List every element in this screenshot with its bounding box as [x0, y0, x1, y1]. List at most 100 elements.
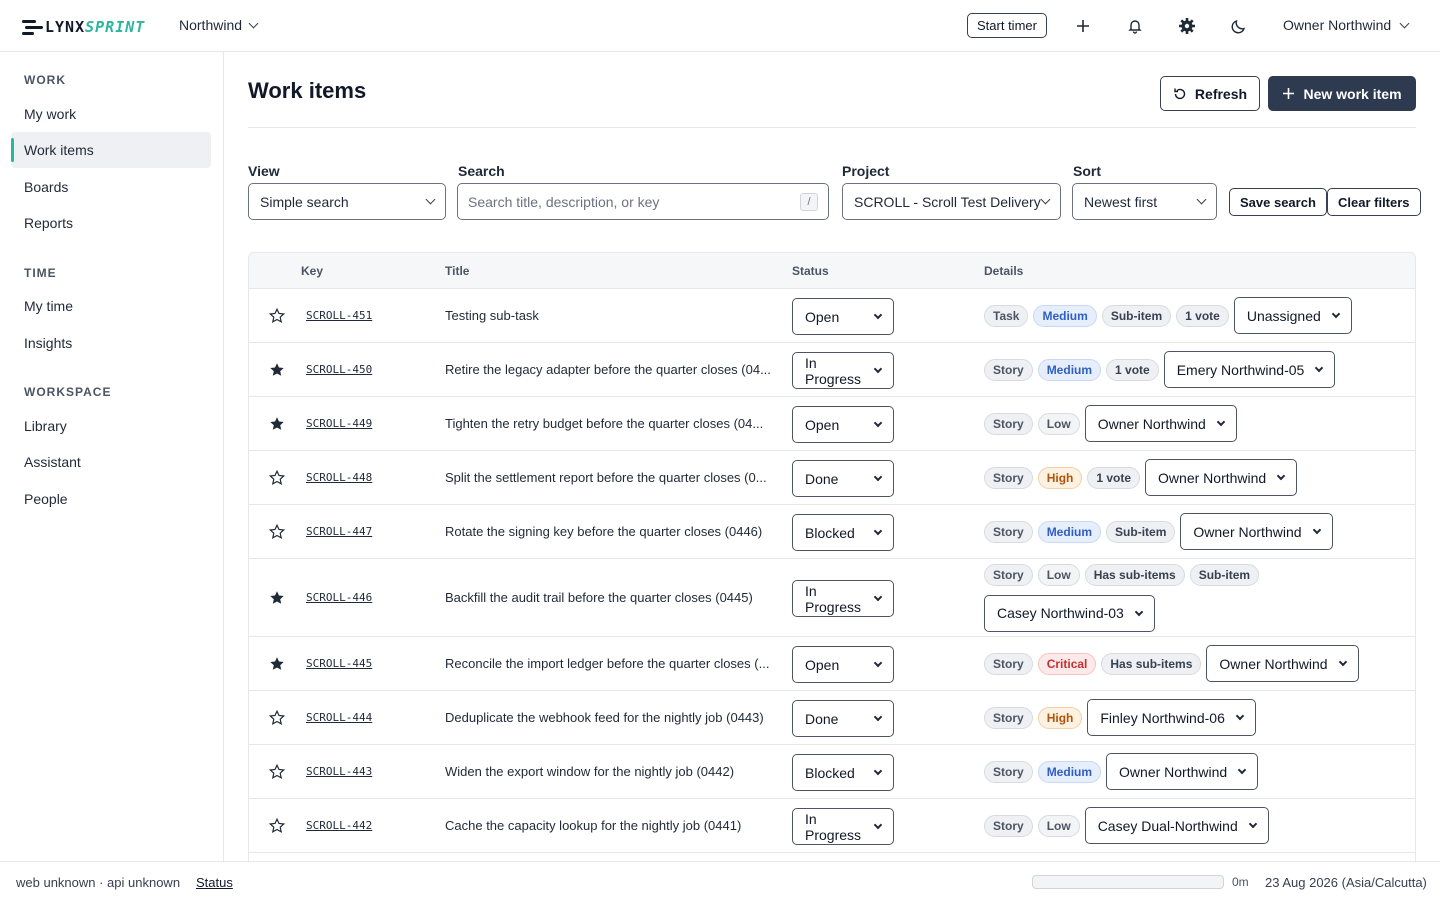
star-filled-icon[interactable] [266, 413, 288, 435]
status-select[interactable]: In Progress [792, 580, 894, 617]
work-item-key-link[interactable]: SCROLL-447 [306, 525, 372, 538]
star-icon[interactable] [266, 761, 288, 783]
view-label: View [248, 163, 280, 179]
logo-mark-icon [22, 18, 43, 36]
work-item-title[interactable]: Deduplicate the webhook feed for the nig… [445, 710, 775, 725]
work-item-title[interactable]: Rotate the signing key before the quarte… [445, 524, 775, 539]
sidebar-item-work-items[interactable]: Work items [11, 132, 211, 168]
table-row[interactable]: SCROLL-444 Deduplicate the webhook feed f… [249, 691, 1415, 745]
work-item-title[interactable]: Backfill the audit trail before the quar… [445, 590, 775, 605]
detail-badge: Story [984, 520, 1033, 543]
star-filled-icon[interactable] [266, 653, 288, 675]
workspace-switcher[interactable]: Northwind [179, 17, 259, 33]
status-select[interactable]: Blocked [792, 514, 894, 551]
detail-badge: Medium [1037, 358, 1102, 381]
assignee-select[interactable]: Owner Northwind [1145, 459, 1298, 496]
table-row[interactable]: SCROLL-450 Retire the legacy adapter befo… [249, 343, 1415, 397]
status-select[interactable]: In Progress [792, 808, 894, 845]
moon-icon[interactable] [1227, 14, 1251, 38]
app-logo[interactable]: LYNXSPRINT [22, 16, 145, 38]
status-select[interactable]: Done [792, 460, 894, 497]
new-work-item-button[interactable]: New work item [1268, 76, 1416, 111]
status-select[interactable]: Open [792, 646, 894, 683]
assignee-select[interactable]: Casey Dual-Northwind [1084, 807, 1269, 844]
gear-icon[interactable] [1175, 14, 1199, 38]
start-timer-button[interactable]: Start timer [967, 13, 1047, 38]
user-menu[interactable]: Owner Northwind [1283, 17, 1410, 33]
workspace-name: Northwind [179, 17, 243, 33]
star-icon[interactable] [266, 467, 288, 489]
table-row[interactable]: SCROLL-445 Reconcile the import ledger be… [249, 637, 1415, 691]
detail-badge: Low [1037, 814, 1080, 837]
status-select[interactable]: Open [792, 298, 894, 335]
assignee-select[interactable]: Emery Northwind-05 [1163, 351, 1336, 388]
table-row[interactable]: SCROLL-451 Testing sub-task Open Task Medium… [249, 289, 1415, 343]
work-item-key-link[interactable]: SCROLL-446 [306, 591, 372, 604]
work-item-key-link[interactable]: SCROLL-449 [306, 417, 372, 430]
detail-badge: Medium [1037, 760, 1102, 783]
search-input[interactable] [468, 193, 800, 210]
work-item-title[interactable]: Testing sub-task [445, 308, 775, 323]
status-select[interactable]: Done [792, 700, 894, 737]
sidebar-item-my-time[interactable]: My time [11, 288, 211, 324]
star-icon[interactable] [266, 707, 288, 729]
work-item-title[interactable]: Reconcile the import ledger before the q… [445, 656, 775, 671]
sidebar-item-insights[interactable]: Insights [11, 325, 211, 361]
assignee-select[interactable]: Owner Northwind [1106, 753, 1259, 790]
sidebar-item-library[interactable]: Library [11, 408, 211, 444]
details-cell: Task Medium Sub-item 1 vote Unassigned [984, 297, 1404, 334]
work-item-title[interactable]: Widen the export window for the nightly … [445, 764, 775, 779]
detail-badge: Story [984, 760, 1033, 783]
bell-icon[interactable] [1123, 14, 1147, 38]
assignee-select[interactable]: Finley Northwind-06 [1087, 699, 1256, 736]
assignee-select[interactable]: Casey Northwind-03 [984, 594, 1155, 632]
detail-badge: High [1037, 466, 1083, 489]
save-search-button[interactable]: Save search [1229, 188, 1327, 216]
project-select[interactable]: SCROLL - Scroll Test Delivery [842, 183, 1061, 220]
work-item-key-link[interactable]: SCROLL-444 [306, 711, 372, 724]
assignee-select[interactable]: Owner Northwind [1084, 405, 1237, 442]
refresh-button[interactable]: Refresh [1160, 76, 1260, 111]
search-field[interactable]: / [457, 183, 829, 220]
assignee-select[interactable]: Owner Northwind [1180, 513, 1333, 550]
work-item-title[interactable]: Cache the capacity lookup for the nightl… [445, 818, 775, 833]
work-item-key-link[interactable]: SCROLL-442 [306, 819, 372, 832]
status-select[interactable]: Blocked [792, 754, 894, 791]
work-item-title[interactable]: Tighten the retry budget before the quar… [445, 416, 775, 431]
clear-filters-button[interactable]: Clear filters [1327, 188, 1421, 216]
work-item-key-link[interactable]: SCROLL-445 [306, 657, 372, 670]
sort-select[interactable]: Newest first [1072, 183, 1217, 220]
star-icon[interactable] [266, 521, 288, 543]
table-row[interactable]: SCROLL-447 Rotate the signing key before … [249, 505, 1415, 559]
plus-icon[interactable] [1071, 14, 1095, 38]
table-row[interactable]: SCROLL-442 Cache the capacity lookup for … [249, 799, 1415, 853]
star-filled-icon[interactable] [266, 587, 288, 609]
assignee-select[interactable]: Owner Northwind [1206, 645, 1359, 682]
status-select[interactable]: In Progress [792, 352, 894, 389]
table-row[interactable]: SCROLL-443 Widen the export window for th… [249, 745, 1415, 799]
work-item-title[interactable]: Split the settlement report before the q… [445, 470, 775, 485]
status-link[interactable]: Status [196, 875, 233, 890]
table-row[interactable]: SCROLL-449 Tighten the retry budget befor… [249, 397, 1415, 451]
view-select[interactable]: Simple search [248, 183, 446, 220]
sidebar-item-people[interactable]: People [11, 481, 211, 517]
work-item-key-link[interactable]: SCROLL-450 [306, 363, 372, 376]
table-row[interactable]: SCROLL-448 Split the settlement report be… [249, 451, 1415, 505]
work-item-key-link[interactable]: SCROLL-448 [306, 471, 372, 484]
work-item-key-link[interactable]: SCROLL-443 [306, 765, 372, 778]
work-item-key-link[interactable]: SCROLL-451 [306, 309, 372, 322]
sidebar-item-my-work[interactable]: My work [11, 96, 211, 132]
star-filled-icon[interactable] [266, 359, 288, 381]
sidebar-item-boards[interactable]: Boards [11, 169, 211, 205]
status-value: In Progress [805, 354, 862, 387]
chevron-down-icon [1276, 471, 1286, 481]
status-select[interactable]: Open [792, 406, 894, 443]
star-icon[interactable] [266, 305, 288, 327]
star-icon[interactable] [266, 815, 288, 837]
assignee-select[interactable]: Unassigned [1233, 297, 1352, 334]
table-row[interactable]: SCROLL-446 Backfill the audit trail befor… [249, 559, 1415, 637]
chevron-down-icon [873, 820, 883, 830]
sidebar-item-reports[interactable]: Reports [11, 205, 211, 241]
sidebar-item-assistant[interactable]: Assistant [11, 444, 211, 480]
work-item-title[interactable]: Retire the legacy adapter before the qua… [445, 362, 775, 377]
